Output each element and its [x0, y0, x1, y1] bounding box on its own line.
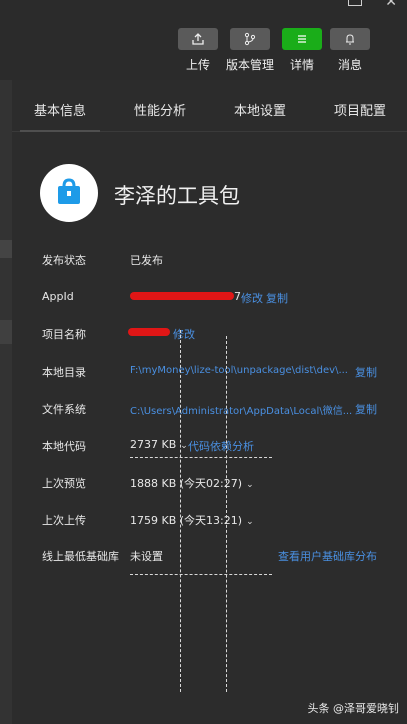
active-tab-indicator	[20, 130, 100, 132]
bell-icon	[346, 34, 354, 45]
chevron-down-icon: ⌄	[180, 441, 188, 451]
upload-label: 上传	[186, 58, 211, 72]
min-base-lib-label: 线上最低基础库	[42, 550, 119, 563]
messages-button[interactable]	[330, 28, 370, 50]
left-strip-marker	[0, 320, 12, 344]
tab-project-config[interactable]: 项目配置	[334, 100, 386, 119]
chevron-down-icon: ⌄	[246, 480, 254, 490]
devtools-window: ✕ 上传 版本管理 详情 消息 基本信息 性能分析 本地设置 项目配置 李泽的工…	[0, 0, 407, 724]
local-dir-label: 本地目录	[42, 366, 86, 379]
appid-redaction	[130, 292, 234, 300]
appid-modify-link[interactable]: 修改	[241, 290, 263, 306]
details-button[interactable]	[282, 28, 322, 50]
details-panel: 基本信息 性能分析 本地设置 项目配置 李泽的工具包 发布状态 已发布 AppI…	[12, 80, 407, 724]
publish-status-label: 发布状态	[42, 254, 86, 267]
min-base-lib-value: 未设置	[130, 550, 163, 563]
file-system-copy-link[interactable]: 复制	[355, 401, 377, 417]
branch-icon	[244, 32, 256, 46]
last-preview-label: 上次预览	[42, 477, 86, 490]
file-system-label: 文件系统	[42, 403, 86, 416]
project-name-label: 项目名称	[42, 328, 86, 341]
last-preview-size: 1888 KB	[130, 477, 177, 490]
last-upload-info[interactable]: 1759 KB (今天13:21) ⌄	[130, 512, 254, 528]
last-preview-time: (今天02:27)	[179, 477, 243, 490]
last-upload-label: 上次上传	[42, 514, 86, 527]
local-code-size-value: 2737 KB	[130, 438, 177, 451]
window-close-icon[interactable]: ✕	[385, 0, 397, 10]
dependency-analysis-link[interactable]: 代码依赖分析	[188, 438, 254, 454]
left-strip-marker	[0, 240, 12, 258]
dashed-guide-line	[226, 336, 227, 692]
dashed-guide-line	[130, 574, 272, 575]
publish-status-value: 已发布	[130, 254, 163, 267]
top-toolbar: ✕ 上传 版本管理 详情 消息	[0, 0, 407, 80]
last-upload-time: (今天13:21)	[179, 514, 243, 527]
upload-button[interactable]	[178, 28, 218, 50]
user-base-lib-distribution-link[interactable]: 查看用户基础库分布	[278, 548, 377, 564]
app-name: 李泽的工具包	[114, 184, 240, 208]
app-logo	[40, 164, 98, 222]
details-label: 详情	[290, 58, 315, 72]
local-dir-path[interactable]: F:\myMoney\lize-tool\unpackage\dist\dev\…	[130, 365, 352, 376]
version-management-button[interactable]	[230, 28, 270, 50]
tab-performance[interactable]: 性能分析	[134, 100, 186, 119]
tab-basic-info[interactable]: 基本信息	[34, 100, 86, 119]
project-name-redaction	[128, 328, 170, 336]
watermark: 头条 @泽哥爱晓钊	[307, 702, 400, 715]
last-preview-info[interactable]: 1888 KB (今天02:27) ⌄	[130, 475, 254, 491]
appid-copy-link[interactable]: 复制	[266, 290, 288, 306]
local-code-label: 本地代码	[42, 440, 86, 453]
file-system-path[interactable]: C:\Users\Administrator\AppData\Local\微信.…	[130, 402, 352, 417]
local-dir-copy-link[interactable]: 复制	[355, 364, 377, 380]
messages-label: 消息	[338, 58, 363, 72]
appid-value-suffix: 7	[234, 290, 241, 303]
upload-icon	[192, 33, 204, 45]
toolbox-icon	[58, 178, 80, 204]
chevron-down-icon: ⌄	[246, 517, 254, 527]
appid-label: AppId	[42, 290, 74, 303]
version-management-label: 版本管理	[226, 58, 275, 72]
tab-local-settings[interactable]: 本地设置	[234, 100, 286, 119]
dashed-guide-line	[130, 457, 272, 458]
left-editor-strip	[0, 80, 12, 724]
details-tabs: 基本信息 性能分析 本地设置 项目配置	[12, 80, 407, 132]
dashed-guide-line	[180, 330, 181, 692]
window-restore-icon[interactable]	[348, 0, 362, 6]
last-upload-size: 1759 KB	[130, 514, 177, 527]
project-name-modify-link[interactable]: 修改	[173, 326, 195, 342]
menu-lines-icon	[298, 35, 306, 43]
